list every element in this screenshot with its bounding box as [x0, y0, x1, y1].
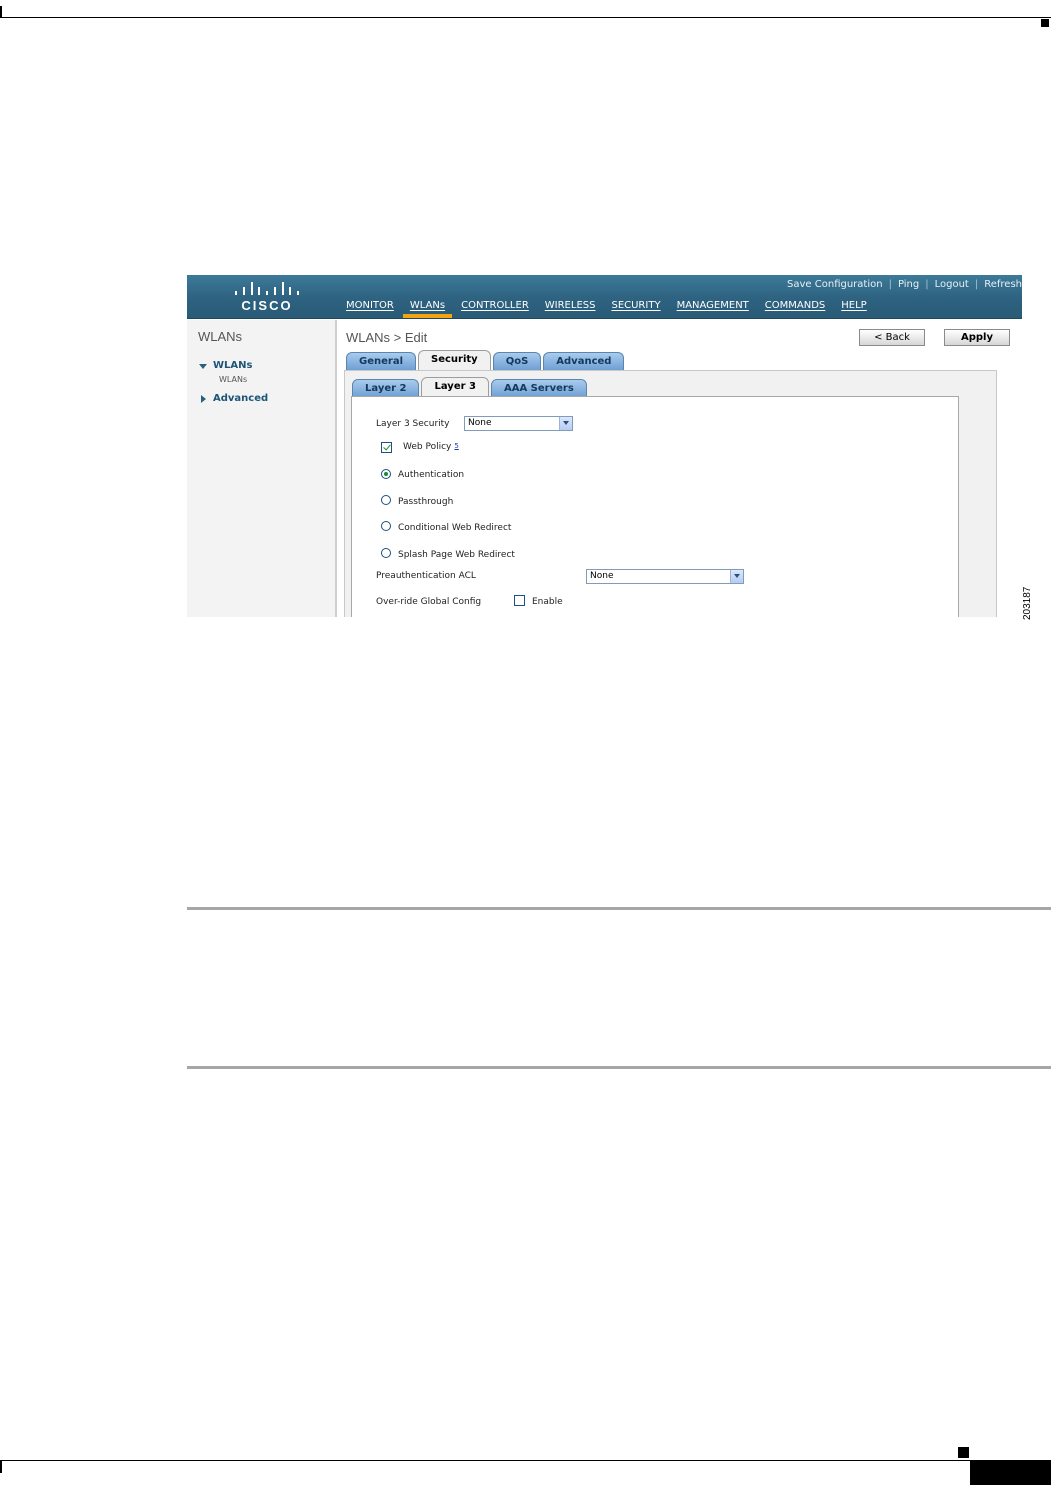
- passthrough-label: Passthrough: [398, 497, 454, 507]
- override-enable-label: Enable: [532, 597, 563, 607]
- page-footer-rule: [0, 1460, 1051, 1461]
- page-number-tab: [970, 1461, 1051, 1485]
- tab-advanced[interactable]: Advanced: [543, 352, 625, 370]
- section-divider-top: [187, 907, 1051, 910]
- figure-id-label: 203187: [1022, 586, 1033, 620]
- section-divider-bottom: [187, 1066, 1051, 1069]
- tab-general[interactable]: General: [346, 352, 416, 370]
- sidebar: WLANs WLANs WLANs Advanced: [187, 320, 337, 617]
- collapsed-triangle-icon[interactable]: [201, 395, 206, 403]
- override-global-config-label: Over-ride Global Config: [376, 597, 482, 607]
- conditional-web-redirect-label: Conditional Web Redirect: [398, 523, 512, 533]
- figure-id: 203187: [1022, 576, 1036, 620]
- tab-qos[interactable]: QoS: [492, 352, 542, 370]
- l3-security-value: None: [468, 418, 492, 428]
- preauth-acl-value: None: [590, 571, 614, 581]
- nav-help[interactable]: HELP: [841, 300, 866, 311]
- l3-security-select[interactable]: None: [464, 416, 573, 431]
- main-content: WLANs > Edit < Back Apply General Securi…: [339, 320, 1022, 617]
- web-policy-checkbox[interactable]: [381, 442, 392, 453]
- web-policy-text: Web Policy: [403, 442, 452, 452]
- cisco-bars-icon: [235, 281, 299, 295]
- security-subtabs: Layer 2 Layer 3 AAA Servers: [352, 377, 589, 397]
- apply-button[interactable]: Apply: [944, 329, 1010, 346]
- wlan-tabs: General Security QoS Advanced: [346, 350, 626, 370]
- refresh-link[interactable]: Refresh: [984, 279, 1022, 290]
- preauth-acl-select[interactable]: None: [586, 569, 744, 584]
- sidebar-item-advanced[interactable]: Advanced: [213, 393, 268, 404]
- layer3-form: Layer 3 Security None Web Policy 5 Authen…: [351, 396, 959, 617]
- web-policy-footnote[interactable]: 5: [454, 442, 458, 450]
- cisco-logo-text: CISCO: [241, 298, 293, 313]
- nav-controller[interactable]: CONTROLLER: [461, 300, 529, 311]
- nav-monitor[interactable]: MONITOR: [346, 300, 394, 311]
- main-nav: MONITOR WLANs CONTROLLER WIRELESS SECURI…: [346, 300, 883, 318]
- conditional-web-redirect-radio[interactable]: [381, 521, 391, 531]
- page-marker-bottom: [958, 1447, 969, 1458]
- logout-link[interactable]: Logout: [935, 279, 969, 290]
- passthrough-radio[interactable]: [381, 495, 391, 505]
- nav-security[interactable]: SECURITY: [611, 300, 660, 311]
- page-corner-mark-bottom: [0, 1461, 2, 1473]
- expanded-triangle-icon[interactable]: [199, 364, 207, 369]
- sidebar-item-wlans[interactable]: WLANs: [213, 360, 252, 371]
- dropdown-arrow-icon: [559, 417, 572, 430]
- nav-wlans[interactable]: WLANs: [402, 300, 453, 318]
- top-header: CISCO Save Configuration | Ping | Logout | …: [187, 275, 1022, 319]
- splash-page-web-redirect-label: Splash Page Web Redirect: [398, 550, 515, 560]
- ping-link[interactable]: Ping: [898, 279, 919, 290]
- preauth-acl-label: Preauthentication ACL: [376, 571, 476, 581]
- sidebar-title: WLANs: [198, 329, 243, 344]
- nav-management[interactable]: MANAGEMENT: [677, 300, 749, 311]
- page-marker-top: [1041, 19, 1049, 27]
- save-configuration-link[interactable]: Save Configuration: [787, 279, 883, 290]
- controller-screenshot: CISCO Save Configuration | Ping | Logout | …: [187, 275, 1022, 617]
- splash-page-web-redirect-radio[interactable]: [381, 548, 391, 558]
- page-header-rule: [0, 17, 1051, 18]
- subtab-aaa-servers[interactable]: AAA Servers: [490, 379, 587, 397]
- authentication-label: Authentication: [398, 470, 465, 480]
- web-policy-label: Web Policy 5: [403, 442, 459, 452]
- subtab-layer-2[interactable]: Layer 2: [352, 379, 420, 397]
- back-button[interactable]: < Back: [859, 329, 925, 346]
- authentication-radio[interactable]: [381, 469, 391, 479]
- cisco-logo: CISCO: [227, 279, 307, 315]
- page-title: WLANs > Edit: [346, 330, 428, 345]
- sidebar-subitem-wlans[interactable]: WLANs: [219, 375, 247, 384]
- utility-links: Save Configuration | Ping | Logout | Refres…: [787, 279, 1022, 290]
- tab-security[interactable]: Security: [418, 350, 491, 370]
- nav-wireless[interactable]: WIRELESS: [545, 300, 596, 311]
- security-panel: Layer 2 Layer 3 AAA Servers Layer 3 Secu…: [344, 370, 997, 617]
- override-enable-checkbox[interactable]: [514, 595, 525, 606]
- dropdown-arrow-icon: [730, 570, 743, 583]
- l3-security-label: Layer 3 Security: [376, 419, 450, 429]
- subtab-layer-3[interactable]: Layer 3: [421, 377, 489, 397]
- nav-commands[interactable]: COMMANDS: [765, 300, 825, 311]
